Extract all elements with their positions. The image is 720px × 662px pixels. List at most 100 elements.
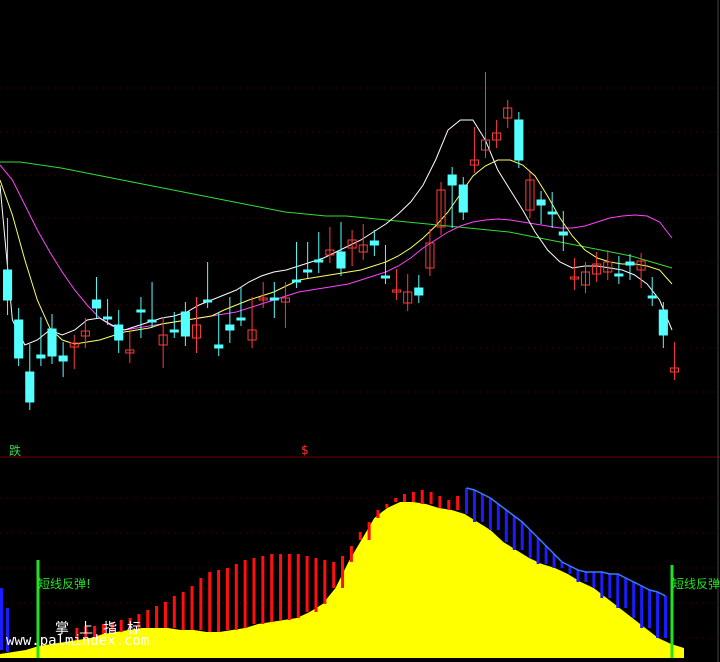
red-bar [234,564,238,630]
fall-signal-label: 跌 [9,444,22,458]
candle-body [414,287,424,296]
red-bar [358,532,362,540]
red-bar [429,492,433,504]
red-bar [155,606,159,628]
red-bar [190,586,194,630]
red-bar [420,490,424,504]
red-bar [287,554,291,620]
blue-bar [608,574,612,598]
blue-bar [512,516,516,550]
blue-bar [544,546,548,564]
blue-bar [472,490,476,522]
ma-fast-line [0,119,673,346]
red-bar [305,556,309,612]
blue-bar [504,510,508,542]
candle-body [14,319,24,359]
candle-body [3,269,13,301]
red-bar [367,522,371,540]
candle-body [658,309,668,336]
red-bar [199,578,203,630]
blue-bar [640,586,644,628]
candle-body [136,309,146,313]
red-bar [385,504,389,508]
blue-bar [536,538,540,564]
red-bar [403,494,407,502]
red-bar [279,554,283,620]
blue-bar [520,522,524,550]
candle-body [25,371,35,403]
blue-bar [584,572,588,582]
candle-body [269,297,279,301]
candle-body [536,199,546,206]
red-bar [447,500,451,510]
red-bar [376,510,380,518]
red-bar [243,560,247,628]
red-bar [314,558,318,612]
red-bar [332,562,336,588]
candle-body [214,344,224,349]
candle-body [225,324,235,331]
ma-fast-polyline [0,119,673,346]
blue-bar [592,572,596,588]
red-bar [411,492,415,502]
red-bar [456,496,460,510]
candle-body [380,275,391,279]
candle-body [291,279,302,283]
red-bar [252,558,256,624]
blue-bar [656,592,660,638]
blue-bar [465,488,468,514]
chart-canvas [0,0,720,662]
red-bar [341,556,345,588]
candle-body [169,329,179,333]
candle-body [203,299,213,303]
candle-body [47,328,57,357]
red-bar [394,498,398,502]
blue-bar [632,582,636,618]
blue-bar [624,578,628,608]
candle-body [514,119,524,161]
candle-body [558,231,568,236]
blue-bar [648,590,652,628]
red-bar [261,556,265,624]
red-bar [323,560,327,604]
candle-body [36,354,46,359]
dollar-mark: $ [301,443,309,457]
candle-body [91,299,102,309]
candle-body [547,211,557,215]
candle-body [447,174,457,186]
blue-bar [480,494,484,522]
blue-bar [616,574,620,608]
candle-body [147,319,157,323]
blue-bar [664,596,668,638]
candle-body [303,269,313,273]
red-bar [181,592,185,630]
candle-body [625,261,635,266]
blue-bar [528,530,532,558]
candle-body [647,295,657,299]
red-bar [217,570,221,632]
rebound-label-right: 短线反弹 [672,577,720,591]
candle-body [180,311,190,337]
candle-body [458,184,468,213]
watermark-url: www.palmindex.com [6,633,150,649]
blue-bar [576,570,580,582]
candle-body [103,316,113,320]
candle-body [114,324,124,341]
red-bar [296,554,300,618]
rebound-label-left: 短线反弹! [38,577,91,591]
candle-body [369,240,379,246]
blue-bar [0,588,3,650]
candle-body [58,355,68,362]
candle-body [314,259,324,263]
red-bar [349,546,353,562]
blue-bar [600,572,604,598]
red-bar [208,572,212,632]
candle-body [336,251,346,269]
red-bar [163,602,167,628]
red-bar [172,596,176,628]
red-bar [438,496,442,508]
chart-stage: 跌 $ 短线反弹! 短线反弹 掌上指标 www.palmindex.com [0,0,720,662]
blue-bar [488,498,492,530]
red-bar [270,554,274,622]
blue-bar [496,504,500,530]
